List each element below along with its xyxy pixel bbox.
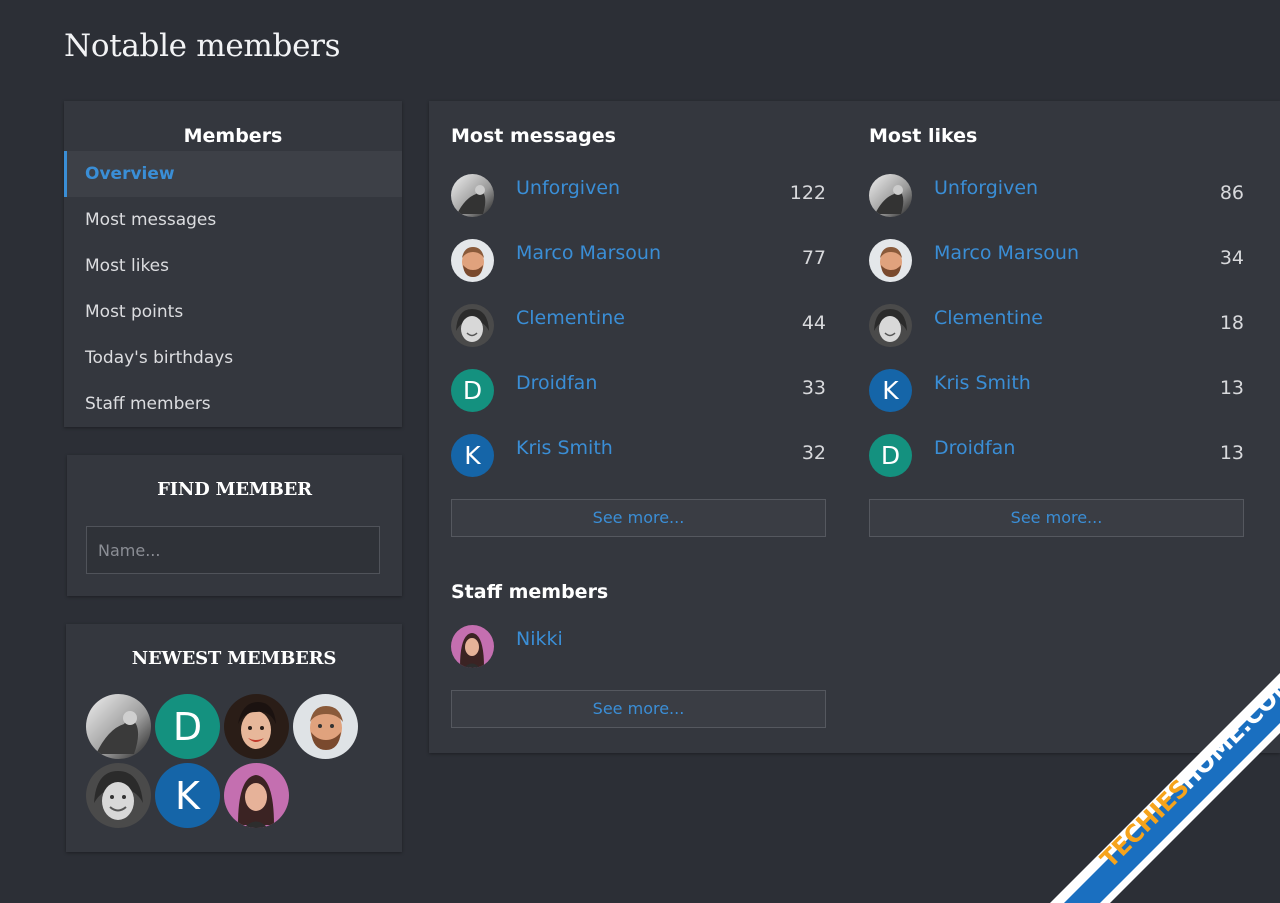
- newest-members-grid: D K: [86, 694, 366, 828]
- avatar-letter: D: [462, 376, 483, 405]
- avatar-letter-k[interactable]: K: [155, 763, 220, 828]
- avatar[interactable]: [293, 694, 358, 759]
- avatar-photo-man-beard-icon: [451, 239, 494, 282]
- list-item: Unforgiven 122: [451, 174, 826, 239]
- avatar-photo-grayscale-icon: [86, 694, 151, 759]
- avatar[interactable]: [86, 763, 151, 828]
- find-member-block: FIND MEMBER: [67, 455, 402, 596]
- message-count: 44: [801, 312, 826, 334]
- message-count: 77: [801, 247, 826, 269]
- staff-members-list: Nikki: [451, 625, 826, 690]
- like-count: 13: [1219, 442, 1244, 464]
- staff-members-title: Staff members: [451, 581, 609, 603]
- see-more-messages-button[interactable]: See more...: [451, 499, 826, 537]
- avatar-letter: K: [882, 376, 899, 405]
- notable-members-panel: Most messages Unforgiven 122 Marco Marso…: [429, 101, 1280, 753]
- member-name-link[interactable]: Unforgiven: [516, 177, 620, 199]
- avatar[interactable]: [224, 694, 289, 759]
- member-name-link[interactable]: Droidfan: [516, 372, 597, 394]
- newest-members-heading: NEWEST MEMBERS: [131, 648, 337, 669]
- nav-item-overview[interactable]: Overview: [64, 151, 402, 197]
- avatar-letter-d[interactable]: D: [155, 694, 220, 759]
- member-name-link[interactable]: Marco Marsoun: [516, 242, 661, 264]
- find-member-heading: FIND MEMBER: [157, 479, 312, 500]
- page-title: Notable members: [64, 28, 341, 64]
- avatar[interactable]: [86, 694, 151, 759]
- staff-members-section: Staff members Nikki See more...: [451, 581, 826, 728]
- avatar-photo-woman-smiling-icon: [451, 304, 494, 347]
- most-likes-section: Most likes Unforgiven 86 Marco Marsoun 3…: [869, 125, 1244, 537]
- like-count: 86: [1219, 182, 1244, 204]
- message-count: 33: [801, 377, 826, 399]
- member-name-link[interactable]: Clementine: [934, 307, 1043, 329]
- member-name-link[interactable]: Unforgiven: [934, 177, 1038, 199]
- avatar[interactable]: [451, 174, 494, 217]
- avatar-letter-d[interactable]: D: [869, 434, 912, 477]
- nav-item-most-likes[interactable]: Most likes: [64, 243, 402, 289]
- avatar[interactable]: [869, 174, 912, 217]
- members-nav-block: Members Overview Most messages Most like…: [64, 101, 402, 427]
- avatar[interactable]: [869, 304, 912, 347]
- list-item: D Droidfan 33: [451, 369, 826, 434]
- avatar[interactable]: [224, 763, 289, 828]
- avatar-letter-k[interactable]: K: [451, 434, 494, 477]
- most-messages-list: Unforgiven 122 Marco Marsoun 77 Clementi…: [451, 174, 826, 499]
- nav-item-staff-members[interactable]: Staff members: [64, 381, 402, 427]
- list-item: Marco Marsoun 34: [869, 239, 1244, 304]
- message-count: 122: [789, 182, 826, 204]
- avatar-photo-grayscale-icon: [869, 174, 912, 217]
- member-name-link[interactable]: Nikki: [516, 628, 563, 650]
- nav-item-todays-birthdays[interactable]: Today's birthdays: [64, 335, 402, 381]
- watermark-text-techies: TECHIES: [1095, 774, 1195, 874]
- avatar-photo-woman-smiling-icon: [86, 763, 151, 828]
- list-item: Unforgiven 86: [869, 174, 1244, 239]
- avatar-letter: D: [880, 441, 901, 470]
- most-messages-section: Most messages Unforgiven 122 Marco Marso…: [451, 125, 826, 537]
- avatar-photo-woman-dark-hair-icon: [224, 694, 289, 759]
- see-more-staff-button[interactable]: See more...: [451, 690, 826, 728]
- nav-item-most-messages[interactable]: Most messages: [64, 197, 402, 243]
- list-item: Clementine 44: [451, 304, 826, 369]
- list-item: Marco Marsoun 77: [451, 239, 826, 304]
- avatar[interactable]: [451, 239, 494, 282]
- avatar-letter: K: [175, 773, 200, 818]
- member-name-link[interactable]: Kris Smith: [516, 437, 613, 459]
- list-item: Nikki: [451, 625, 826, 690]
- newest-members-block: NEWEST MEMBERS D K: [66, 624, 402, 852]
- list-item: K Kris Smith 13: [869, 369, 1244, 434]
- list-item: K Kris Smith 32: [451, 434, 826, 499]
- nav-item-most-points[interactable]: Most points: [64, 289, 402, 335]
- members-heading: Members: [183, 125, 283, 147]
- avatar-photo-man-beard-icon: [293, 694, 358, 759]
- most-likes-title: Most likes: [869, 125, 978, 147]
- avatar-letter-d[interactable]: D: [451, 369, 494, 412]
- avatar[interactable]: [451, 304, 494, 347]
- like-count: 18: [1219, 312, 1244, 334]
- member-name-link[interactable]: Marco Marsoun: [934, 242, 1079, 264]
- avatar-photo-man-beard-icon: [869, 239, 912, 282]
- most-likes-list: Unforgiven 86 Marco Marsoun 34 Clementin…: [869, 174, 1244, 499]
- like-count: 34: [1219, 247, 1244, 269]
- list-item: D Droidfan 13: [869, 434, 1244, 499]
- see-more-likes-button[interactable]: See more...: [869, 499, 1244, 537]
- avatar-letter: K: [464, 441, 481, 470]
- avatar-letter-k[interactable]: K: [869, 369, 912, 412]
- avatar-photo-woman-smiling-icon: [869, 304, 912, 347]
- member-name-link[interactable]: Droidfan: [934, 437, 1015, 459]
- avatar-letter: D: [172, 704, 203, 749]
- list-item: Clementine 18: [869, 304, 1244, 369]
- member-name-link[interactable]: Clementine: [516, 307, 625, 329]
- member-name-link[interactable]: Kris Smith: [934, 372, 1031, 394]
- message-count: 32: [801, 442, 826, 464]
- avatar-illustration-woman-icon: [451, 625, 494, 668]
- find-member-input[interactable]: [86, 526, 380, 574]
- avatar-photo-grayscale-icon: [451, 174, 494, 217]
- avatar[interactable]: [451, 625, 494, 668]
- members-nav: Overview Most messages Most likes Most p…: [64, 151, 402, 427]
- most-messages-title: Most messages: [451, 125, 616, 147]
- avatar-illustration-woman-icon: [224, 763, 289, 828]
- avatar[interactable]: [869, 239, 912, 282]
- like-count: 13: [1219, 377, 1244, 399]
